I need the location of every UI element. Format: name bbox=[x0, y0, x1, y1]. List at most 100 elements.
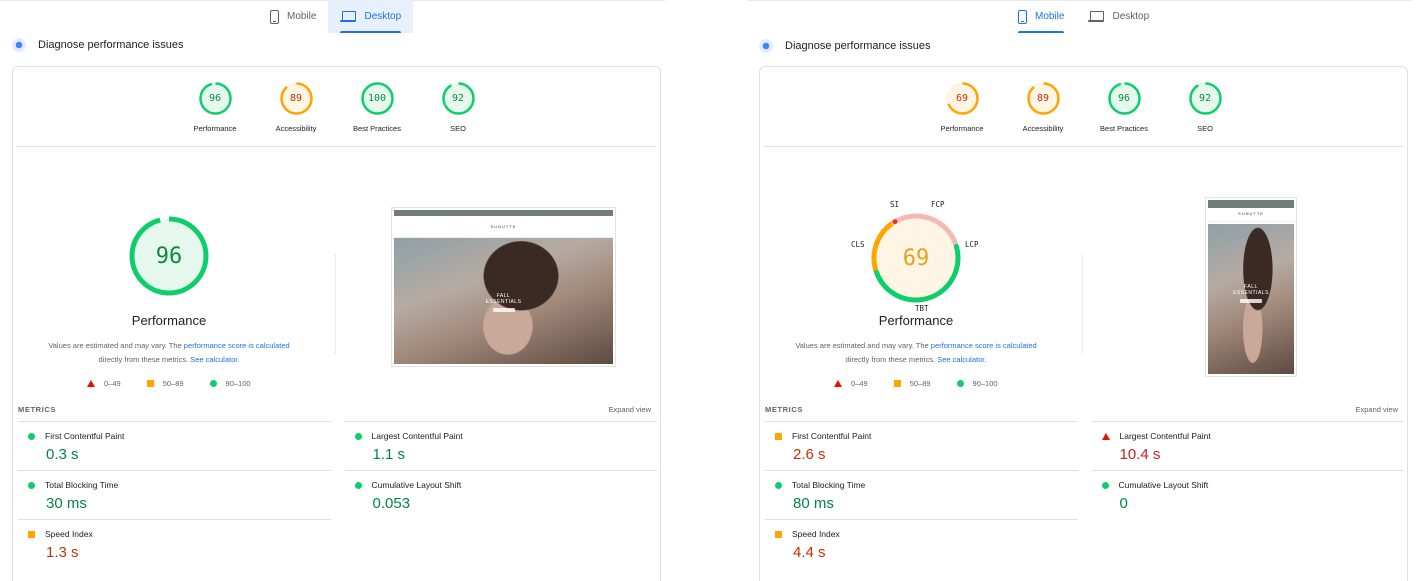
gauge-label: Best Practices bbox=[1100, 124, 1148, 133]
arc-label-cls: CLS bbox=[851, 240, 865, 249]
metric-name: Largest Contentful Paint bbox=[371, 431, 463, 441]
metric-si: Speed Index 4.4 s bbox=[765, 519, 1078, 568]
metric-cls: Cumulative Layout Shift 0 bbox=[1091, 470, 1404, 519]
legend-average: 50–89 bbox=[893, 379, 931, 388]
average-square-icon bbox=[775, 530, 782, 538]
screenshot-hero-text: FALL ESSENTIALS bbox=[1208, 284, 1294, 303]
gauge-score: 92 bbox=[451, 93, 465, 104]
metrics-grid: First Contentful Paint 2.6 s Largest Con… bbox=[765, 421, 1404, 568]
score-calculated-link[interactable]: performance score is calculated bbox=[184, 341, 290, 350]
legend-label: 90–100 bbox=[225, 379, 251, 388]
pass-circle-icon bbox=[28, 481, 35, 489]
page-screenshot: SUNUTTE FALL ESSENTIALS bbox=[391, 207, 616, 367]
metric-name: First Contentful Paint bbox=[45, 431, 125, 441]
diagnose-header: Diagnose performance issues bbox=[10, 36, 184, 54]
screenshot-hero-button bbox=[1240, 299, 1262, 303]
tab-mobile[interactable]: Mobile bbox=[1006, 0, 1076, 33]
desktop-report-panel: Mobile Desktop Diagnose performance issu… bbox=[0, 0, 665, 581]
arc-label-si: SI bbox=[890, 200, 900, 209]
laptop-icon bbox=[1088, 10, 1105, 23]
gauge-best-practices[interactable]: 96 Best Practices bbox=[1100, 81, 1148, 141]
screenshot-hero-image: FALL ESSENTIALS bbox=[1208, 224, 1294, 374]
lighthouse-icon bbox=[10, 36, 28, 54]
gauge-score: 69 bbox=[955, 93, 969, 104]
gauge-best-practices[interactable]: 100 Best Practices bbox=[353, 81, 401, 141]
metric-value: 0 bbox=[1119, 495, 1128, 512]
triangle-icon bbox=[834, 380, 842, 387]
screenshot-logo: SUNUTTE bbox=[1238, 211, 1264, 216]
metrics-header: METRICS Expand view bbox=[18, 405, 651, 414]
page-screenshot: SUNUTTE FALL ESSENTIALS bbox=[1205, 197, 1297, 377]
gauge-score: 92 bbox=[1198, 93, 1212, 104]
tab-label: Desktop bbox=[364, 11, 402, 22]
see-calculator-link[interactable]: See calculator. bbox=[190, 355, 239, 364]
expand-view-toggle[interactable]: Expand view bbox=[608, 405, 651, 414]
metric-lcp: Largest Contentful Paint 1.1 s bbox=[344, 421, 657, 470]
pass-circle-icon bbox=[1101, 481, 1109, 489]
performance-title: Performance bbox=[131, 313, 207, 328]
tab-desktop[interactable]: Desktop bbox=[1076, 0, 1161, 33]
gauge-label: SEO bbox=[450, 124, 466, 133]
metric-value: 30 ms bbox=[46, 495, 87, 512]
gauge-accessibility[interactable]: 89 Accessibility bbox=[274, 81, 319, 141]
score-legend: 0–49 50–89 90–100 bbox=[834, 379, 998, 388]
metrics-grid: First Contentful Paint 0.3 s Largest Con… bbox=[18, 421, 657, 568]
phone-icon bbox=[270, 9, 279, 24]
tab-label: Desktop bbox=[1112, 11, 1150, 22]
divider bbox=[1082, 254, 1083, 354]
tab-mobile[interactable]: Mobile bbox=[258, 0, 328, 33]
legend-label: 0–49 bbox=[104, 379, 121, 388]
metric-value: 0.053 bbox=[372, 495, 411, 512]
legend-label: 90–100 bbox=[972, 379, 998, 388]
pass-circle-icon bbox=[354, 432, 362, 440]
diagnose-title: Diagnose performance issues bbox=[785, 40, 931, 52]
performance-score: 69 bbox=[902, 245, 930, 271]
gauge-label: Performance bbox=[940, 124, 984, 133]
average-square-icon bbox=[775, 432, 782, 440]
metrics-header: METRICS Expand view bbox=[765, 405, 1398, 414]
divider bbox=[335, 254, 336, 354]
metric-tbt: Total Blocking Time 80 ms bbox=[765, 470, 1078, 519]
performance-title: Performance bbox=[878, 313, 954, 328]
legend-label: 50–89 bbox=[909, 379, 931, 388]
metric-name: Total Blocking Time bbox=[45, 480, 119, 490]
metric-name: Speed Index bbox=[792, 529, 840, 539]
gauge-performance[interactable]: 96 Performance bbox=[193, 81, 238, 141]
gauge-seo[interactable]: 92 SEO bbox=[1183, 81, 1228, 141]
diagnose-header: Diagnose performance issues bbox=[757, 37, 931, 55]
divider bbox=[764, 146, 1403, 147]
square-icon bbox=[893, 380, 901, 387]
metric-value: 0.3 s bbox=[46, 446, 79, 463]
metric-fcp: First Contentful Paint 0.3 s bbox=[18, 421, 331, 470]
legend-label: 0–49 bbox=[851, 379, 868, 388]
report-card: 69 Performance 89 Accessibility 96 Best … bbox=[759, 66, 1408, 581]
category-gauges: 96 Performance 89 Accessibility 100 Best… bbox=[13, 81, 660, 141]
score-calculated-link[interactable]: performance score is calculated bbox=[931, 341, 1037, 350]
metric-lcp: Largest Contentful Paint 10.4 s bbox=[1091, 421, 1404, 470]
metric-tbt: Total Blocking Time 30 ms bbox=[18, 470, 331, 519]
fail-triangle-icon bbox=[1101, 432, 1110, 440]
diagnose-title: Diagnose performance issues bbox=[38, 39, 184, 51]
screenshot-hero-button bbox=[492, 308, 515, 313]
legend-pass: 90–100 bbox=[956, 379, 998, 388]
gauge-accessibility[interactable]: 89 Accessibility bbox=[1021, 81, 1066, 141]
note-text: directly from these metrics. bbox=[98, 355, 191, 364]
gauge-seo[interactable]: 92 SEO bbox=[436, 81, 481, 141]
screenshot-logo: SUNUTTE bbox=[490, 224, 517, 229]
circle-icon bbox=[209, 380, 217, 387]
legend-average: 50–89 bbox=[146, 379, 184, 388]
metric-cls: Cumulative Layout Shift 0.053 bbox=[344, 470, 657, 519]
gauge-performance[interactable]: 69 Performance bbox=[940, 81, 985, 141]
metrics-title: METRICS bbox=[18, 405, 56, 414]
expand-view-toggle[interactable]: Expand view bbox=[1355, 405, 1398, 414]
performance-score: 96 bbox=[155, 243, 183, 269]
legend-label: 50–89 bbox=[162, 379, 184, 388]
score-note: Values are estimated and may vary. The p… bbox=[31, 339, 307, 367]
device-tabs: Mobile Desktop bbox=[258, 0, 414, 33]
see-calculator-link[interactable]: See calculator. bbox=[937, 355, 986, 364]
gauge-score: 100 bbox=[367, 93, 387, 104]
metric-value: 1.1 s bbox=[372, 446, 406, 463]
tab-desktop[interactable]: Desktop bbox=[328, 0, 414, 33]
square-icon bbox=[146, 380, 154, 387]
legend-fail: 0–49 bbox=[87, 379, 121, 388]
